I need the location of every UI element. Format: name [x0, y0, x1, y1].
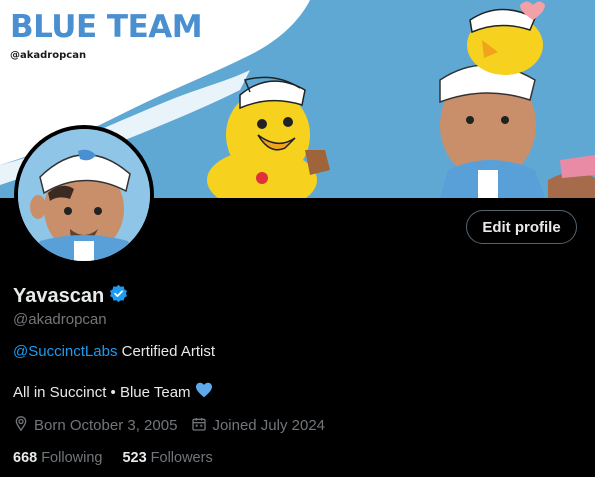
following-label: Following	[41, 450, 103, 466]
blue-heart-icon	[195, 382, 213, 402]
profile-handle: @akadropcan	[13, 311, 107, 328]
joined-date: Joined July 2024	[191, 416, 325, 436]
display-name: Yavascan	[13, 284, 105, 307]
following-count: 668	[13, 450, 38, 466]
born-date: Born October 3, 2005	[13, 415, 177, 436]
bio-line-1-text: Certified Artist	[117, 343, 215, 360]
profile-name-row: Yavascan	[13, 284, 128, 308]
profile-meta: Born October 3, 2005 Joined July 2024	[13, 415, 339, 436]
joined-text: Joined July 2024	[212, 417, 326, 434]
bio-mention-link[interactable]: @SuccinctLabs	[13, 343, 117, 360]
born-text: Born October 3, 2005	[34, 417, 178, 434]
follow-stats: 668 Following 523 Followers	[13, 450, 233, 466]
avatar-image	[18, 129, 150, 261]
bio-line-2-text: All in Succinct • Blue Team	[13, 383, 191, 401]
location-pin-icon	[13, 415, 29, 436]
verified-badge-icon[interactable]	[109, 284, 128, 308]
bio-line-2: All in Succinct • Blue Team	[13, 382, 213, 402]
following-link[interactable]: 668 Following	[13, 450, 102, 466]
followers-count: 523	[122, 450, 147, 466]
calendar-icon	[191, 416, 207, 436]
bio-line-1: @SuccinctLabs Certified Artist	[13, 343, 215, 360]
banner-handle: @akadropcan	[10, 50, 87, 61]
followers-link[interactable]: 523 Followers	[122, 450, 212, 466]
avatar[interactable]	[14, 125, 154, 265]
followers-label: Followers	[150, 450, 213, 466]
banner-title: BLUE TEAM	[10, 9, 203, 45]
edit-profile-button[interactable]: Edit profile	[466, 210, 577, 244]
